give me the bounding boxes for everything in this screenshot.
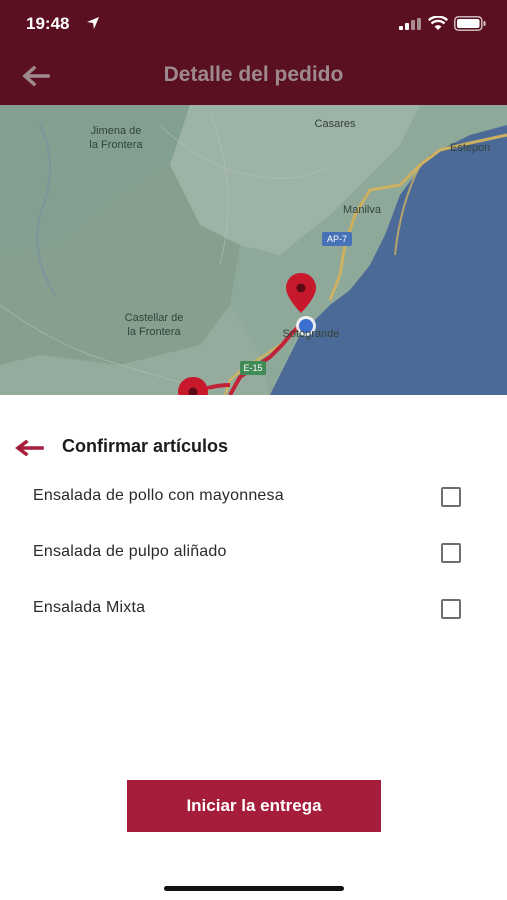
app-header: 19:48 Detalle del pedido (0, 0, 507, 105)
location-arrow-icon (87, 17, 99, 29)
item-checkbox[interactable] (441, 543, 461, 563)
map-label-e15: E-15 (243, 363, 263, 373)
map-label-casares: Casares (314, 118, 356, 130)
item-label: Ensalada de pulpo aliñado (33, 543, 227, 560)
list-item[interactable]: Ensalada Mixta (0, 589, 507, 629)
item-label: Ensalada Mixta (33, 599, 146, 616)
list-item[interactable]: Ensalada de pulpo aliñado (0, 533, 507, 573)
wifi-icon (428, 16, 448, 30)
home-indicator[interactable] (164, 886, 344, 891)
map-label-estepona: Estepon (450, 142, 491, 154)
item-checkbox[interactable] (441, 487, 461, 507)
start-delivery-button[interactable]: Iniciar la entrega (127, 780, 381, 832)
list-item[interactable]: Ensalada de pollo con mayonnesa (0, 477, 507, 517)
map-canvas (0, 105, 507, 395)
cellular-signal-icon (399, 18, 421, 30)
battery-icon (454, 16, 486, 31)
section-title: Confirmar artículos (62, 436, 229, 456)
map-label-castellar: Castellar de la Frontera (124, 312, 184, 338)
item-label: Ensalada de pollo con mayonnesa (33, 487, 284, 504)
status-time: 19:48 (26, 14, 70, 33)
status-bar: 19:48 (0, 0, 507, 50)
map-label-ap7: AP-7 (326, 234, 347, 244)
page-title: Detalle del pedido (163, 63, 344, 86)
item-checkbox[interactable] (441, 599, 461, 619)
map-label-jimena: Jimena de la Frontera (89, 125, 143, 151)
route-map[interactable]: Jimena de la Frontera Casares Estepon Ma… (0, 105, 507, 395)
map-label-sotogrande: Sotogrande (282, 328, 340, 340)
section-back-arrow-icon[interactable] (14, 440, 44, 456)
map-label-manilva: Manilva (343, 204, 381, 216)
